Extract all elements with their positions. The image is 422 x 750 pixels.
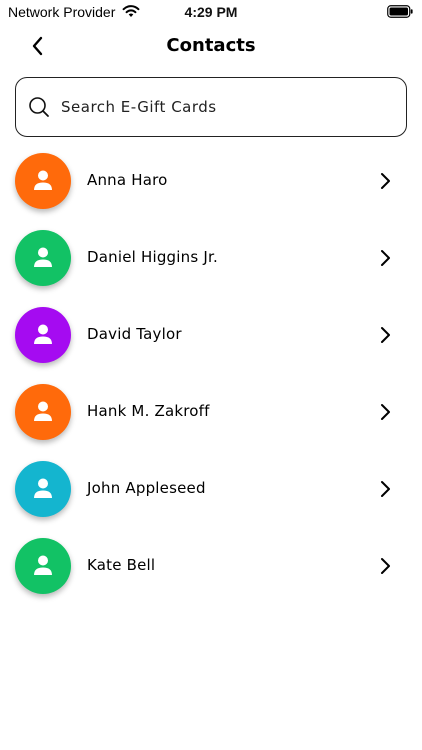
contact-name: Kate Bell [87, 556, 156, 574]
search-input[interactable] [61, 90, 391, 124]
avatar [15, 230, 71, 286]
avatar [15, 538, 71, 594]
page-title: Contacts [166, 35, 256, 56]
contact-row[interactable]: Daniel Higgins Jr. [0, 220, 422, 297]
nav-bar: Contacts [0, 26, 422, 66]
search-icon [29, 97, 49, 117]
contact-row[interactable]: John Appleseed [0, 451, 422, 528]
contact-name: John Appleseed [87, 479, 206, 497]
avatar [15, 153, 71, 209]
person-icon [34, 401, 52, 421]
person-icon [34, 478, 52, 498]
chevron-right-icon [381, 250, 390, 266]
person-icon [34, 324, 52, 344]
chevron-right-icon [381, 327, 390, 343]
contacts-list: Anna Haro Daniel Higgins Jr. David Taylo… [0, 143, 422, 605]
person-icon [34, 170, 52, 190]
contact-name: Daniel Higgins Jr. [87, 248, 218, 266]
chevron-right-icon [381, 404, 390, 420]
battery-icon [387, 5, 413, 18]
contact-name: Hank M. Zakroff [87, 402, 210, 420]
person-icon [34, 247, 52, 267]
avatar [15, 307, 71, 363]
contact-row[interactable]: Hank M. Zakroff [0, 374, 422, 451]
contact-row[interactable]: David Taylor [0, 297, 422, 374]
chevron-right-icon [381, 558, 390, 574]
contact-name: Anna Haro [87, 171, 168, 189]
search-bar[interactable] [15, 77, 407, 137]
contact-name: David Taylor [87, 325, 182, 343]
avatar [15, 384, 71, 440]
status-time: 4:29 PM [184, 4, 238, 20]
status-bar: Network Provider 4:29 PM [0, 0, 422, 26]
chevron-right-icon [381, 173, 390, 189]
chevron-right-icon [381, 481, 390, 497]
avatar [15, 461, 71, 517]
contact-row[interactable]: Anna Haro [0, 143, 422, 220]
contact-row[interactable]: Kate Bell [0, 528, 422, 605]
person-icon [34, 555, 52, 575]
